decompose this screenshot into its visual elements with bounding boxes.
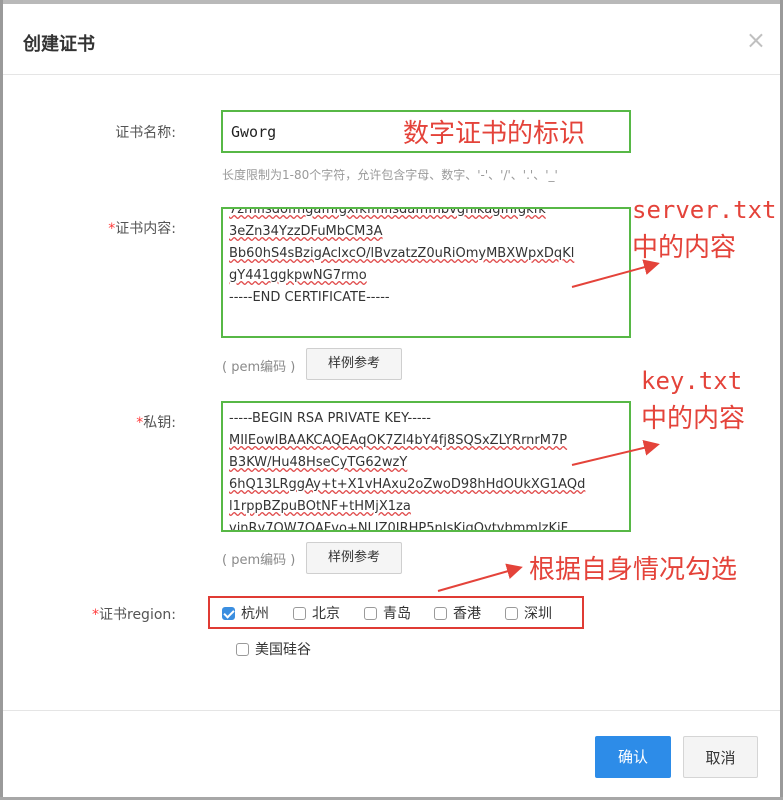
confirm-button[interactable]: 确认 [595, 736, 671, 778]
footer-divider [3, 710, 780, 711]
annotation-arrow-cert [571, 259, 660, 288]
annotation-arrow-key [571, 439, 660, 466]
annotation-arrows [437, 259, 660, 592]
annotation-arrow-region [437, 563, 523, 592]
cancel-button[interactable]: 取消 [683, 736, 758, 778]
